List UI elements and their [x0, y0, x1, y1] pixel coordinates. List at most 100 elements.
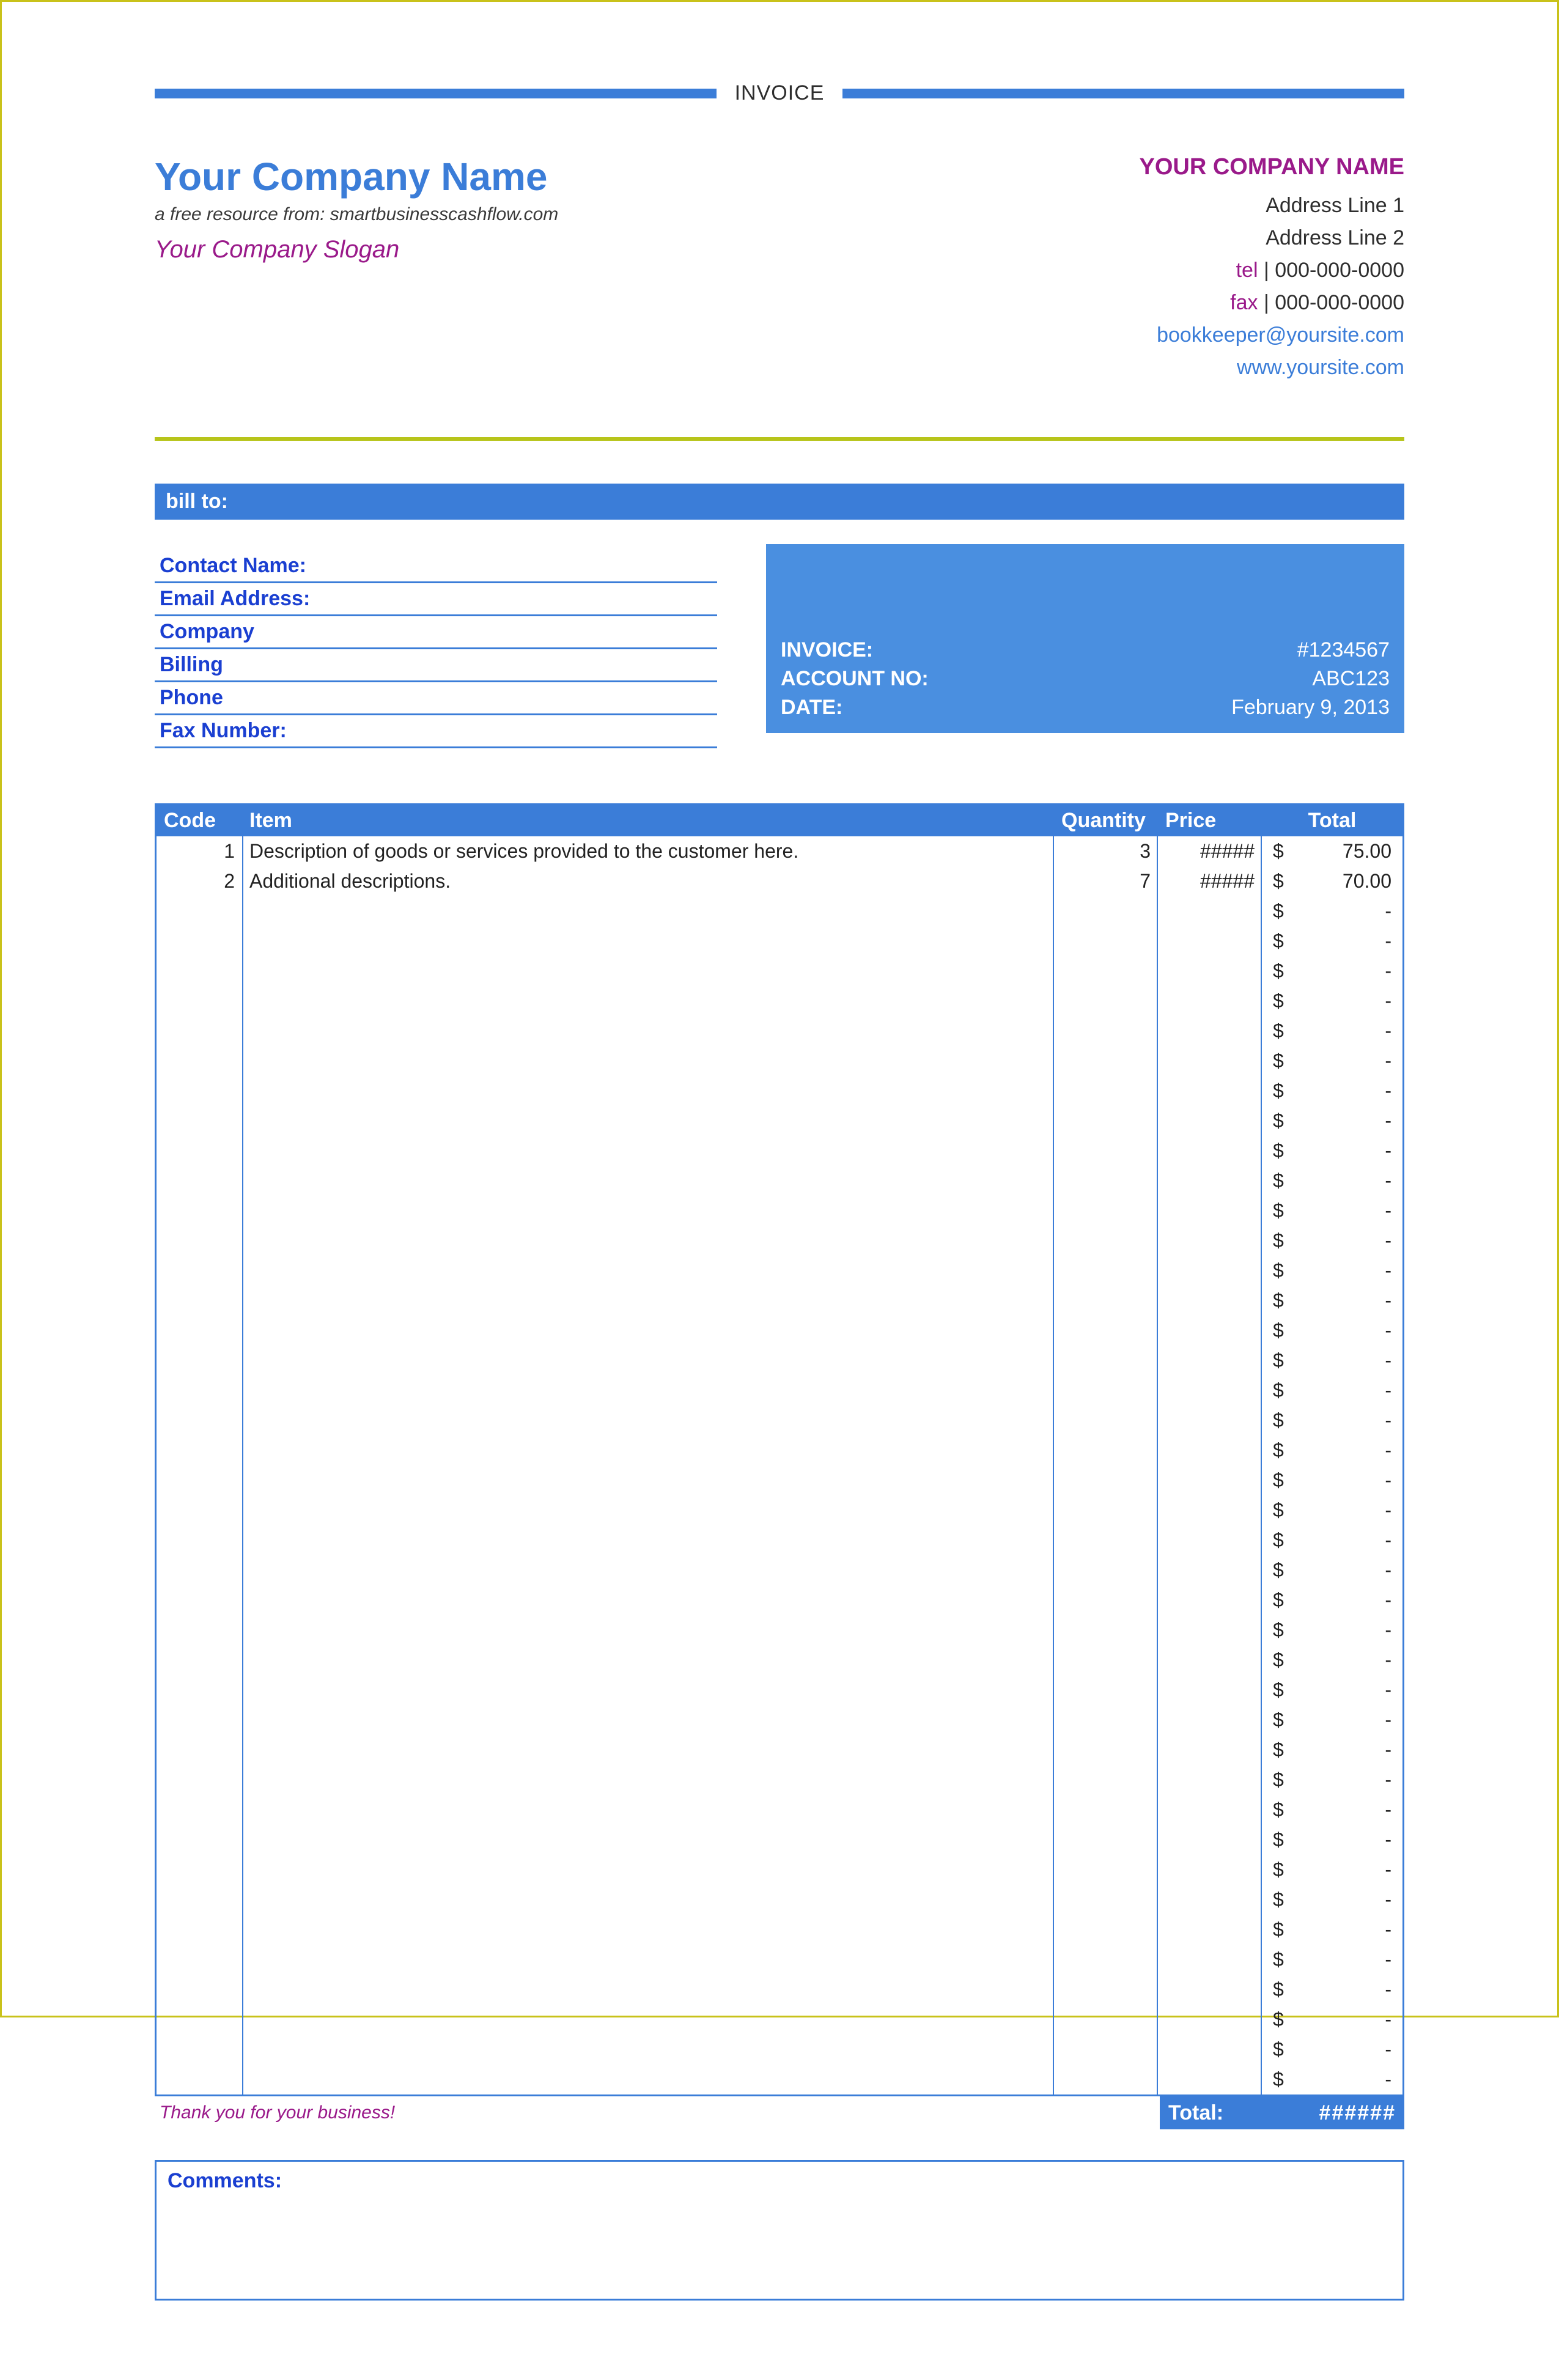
- account-label: ACCOUNT NO:: [781, 667, 929, 691]
- currency-symbol: $: [1273, 1050, 1284, 1072]
- total-amount: -: [1385, 930, 1391, 952]
- cell-code: [157, 1495, 242, 1525]
- total-amount: -: [1385, 1110, 1391, 1132]
- cell-code: [157, 1855, 242, 1885]
- table-row: $-: [157, 956, 1402, 986]
- cell-code: [157, 1136, 242, 1166]
- cell-quantity: [1054, 1406, 1158, 1435]
- total-amount: -: [1385, 1140, 1391, 1162]
- currency-symbol: $: [1273, 1709, 1284, 1731]
- separator: |: [1258, 259, 1275, 282]
- cell-item: [242, 1645, 1054, 1675]
- cell-price: #####: [1158, 836, 1262, 866]
- cell-code: [157, 1795, 242, 1825]
- cell-code: [157, 926, 242, 956]
- cell-quantity: [1054, 1765, 1158, 1795]
- cell-quantity: [1054, 1435, 1158, 1465]
- total-amount: -: [1385, 1020, 1391, 1042]
- cell-code: [157, 1975, 242, 2005]
- table-row: $-: [157, 1346, 1402, 1376]
- total-amount: -: [1385, 1259, 1391, 1282]
- cell-quantity: [1054, 2035, 1158, 2065]
- cell-total: $-: [1262, 1525, 1402, 1555]
- cell-quantity: [1054, 1915, 1158, 1945]
- total-amount: -: [1385, 1709, 1391, 1731]
- cell-price: [1158, 1046, 1262, 1076]
- cell-total: $-: [1262, 956, 1402, 986]
- currency-symbol: $: [1273, 1859, 1284, 1881]
- table-row: $-: [157, 1316, 1402, 1346]
- cell-item: Description of goods or services provide…: [242, 836, 1054, 866]
- address-line-1: Address Line 1: [1139, 194, 1404, 218]
- separator: |: [1258, 291, 1275, 314]
- cell-item: [242, 1136, 1054, 1166]
- cell-total: $-: [1262, 1136, 1402, 1166]
- cell-total: $-: [1262, 1555, 1402, 1585]
- address-line-2: Address Line 2: [1139, 226, 1404, 250]
- cell-item: [242, 1406, 1054, 1435]
- currency-symbol: $: [1273, 1799, 1284, 1821]
- resource-credit: a free resource from: smartbusinesscashf…: [155, 204, 558, 225]
- cell-item: [242, 1825, 1054, 1855]
- cell-item: [242, 1196, 1054, 1226]
- total-amount: -: [1385, 1739, 1391, 1761]
- table-row: $-: [157, 1645, 1402, 1675]
- table-row: $-: [157, 1885, 1402, 1915]
- phone-field: Phone: [155, 682, 717, 715]
- section-divider: [155, 437, 1404, 441]
- cell-code: [157, 1825, 242, 1855]
- cell-code: [157, 1076, 242, 1106]
- table-row: $-: [157, 2065, 1402, 2094]
- table-row: $-: [157, 896, 1402, 926]
- currency-symbol: $: [1273, 1619, 1284, 1641]
- total-amount: -: [1385, 1859, 1391, 1881]
- cell-quantity: [1054, 1316, 1158, 1346]
- table-row: $-: [157, 1915, 1402, 1945]
- cell-total: $-: [1262, 2065, 1402, 2094]
- cell-code: [157, 1256, 242, 1286]
- total-amount: -: [1385, 990, 1391, 1012]
- cell-item: [242, 1316, 1054, 1346]
- cell-item: [242, 1076, 1054, 1106]
- table-row: $-: [157, 1136, 1402, 1166]
- total-amount: -: [1385, 1679, 1391, 1701]
- col-head-item: Item: [242, 805, 1054, 836]
- table-row: $-: [157, 1705, 1402, 1735]
- total-label: Total:: [1160, 2101, 1264, 2125]
- currency-symbol: $: [1273, 1918, 1284, 1941]
- cell-price: [1158, 1226, 1262, 1256]
- cell-code: [157, 1765, 242, 1795]
- cell-quantity: [1054, 2005, 1158, 2035]
- fax-number-field: Fax Number:: [155, 715, 717, 748]
- table-row: $-: [157, 1196, 1402, 1226]
- cell-quantity: [1054, 1675, 1158, 1705]
- cell-total: $-: [1262, 1016, 1402, 1046]
- cell-item: [242, 1795, 1054, 1825]
- account-number-row: ACCOUNT NO: ABC123: [781, 665, 1390, 693]
- currency-symbol: $: [1273, 1409, 1284, 1432]
- total-amount: -: [1385, 900, 1391, 923]
- cell-code: [157, 2035, 242, 2065]
- cell-quantity: [1054, 1196, 1158, 1226]
- contact-name-field: Contact Name:: [155, 550, 717, 583]
- cell-total: $-: [1262, 1915, 1402, 1945]
- total-amount: -: [1385, 1289, 1391, 1312]
- cell-price: [1158, 2065, 1262, 2094]
- table-row: 1Description of goods or services provid…: [157, 836, 1402, 866]
- cell-price: [1158, 1705, 1262, 1735]
- cell-total: $-: [1262, 1106, 1402, 1136]
- cell-item: [242, 986, 1054, 1016]
- company-website: www.yoursite.com: [1139, 356, 1404, 380]
- cell-item: [242, 1765, 1054, 1795]
- cell-price: [1158, 986, 1262, 1016]
- currency-symbol: $: [1273, 990, 1284, 1012]
- comments-box: Comments:: [155, 2160, 1404, 2301]
- date-label: DATE:: [781, 696, 842, 720]
- currency-symbol: $: [1273, 1559, 1284, 1582]
- total-amount: -: [1385, 1829, 1391, 1851]
- total-amount: -: [1385, 1439, 1391, 1462]
- cell-code: [157, 1196, 242, 1226]
- cell-price: [1158, 1945, 1262, 1975]
- document-title: INVOICE: [717, 81, 843, 105]
- cell-code: [157, 1346, 242, 1376]
